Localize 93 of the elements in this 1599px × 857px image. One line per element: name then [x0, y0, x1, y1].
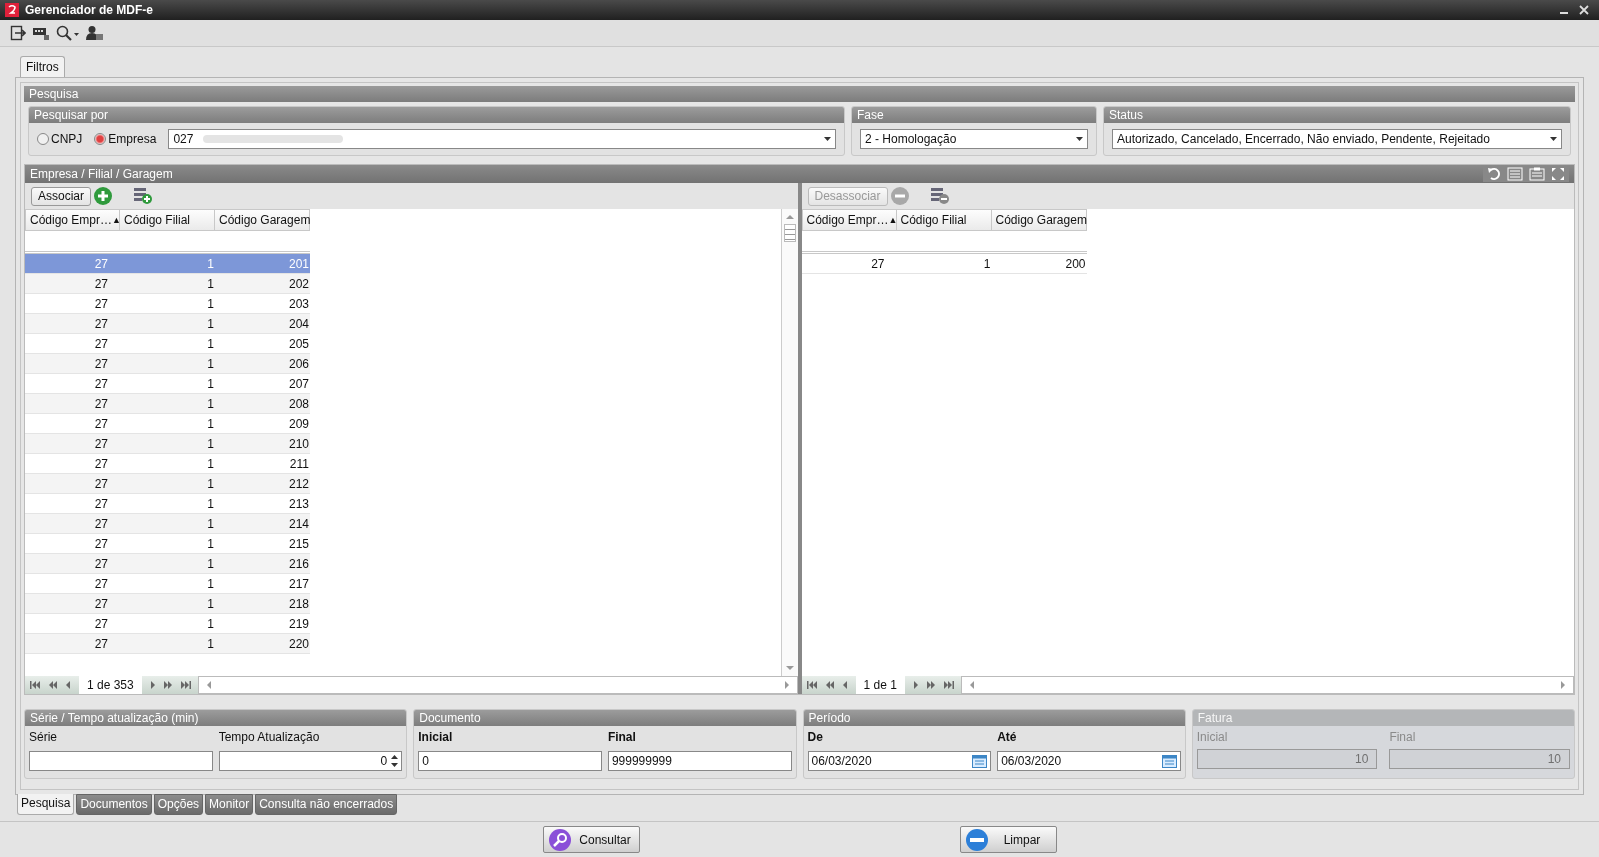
user-icon[interactable] — [86, 25, 104, 41]
table-row[interactable]: 27 1 206 — [25, 354, 310, 374]
radio-option[interactable]: Empresa — [94, 132, 157, 146]
group-header: Fatura — [1192, 710, 1574, 726]
page-indicator: 1 de 1 — [855, 676, 905, 694]
column-header[interactable]: Código Filial — [896, 209, 992, 231]
next-icon[interactable] — [148, 681, 155, 689]
exit-icon[interactable] — [10, 25, 26, 41]
list-remove-icon[interactable] — [929, 187, 950, 205]
group-header: Período — [803, 710, 1185, 726]
input-field[interactable]: 0 — [418, 751, 602, 771]
undo-icon[interactable] — [1487, 167, 1501, 181]
rewind-icon[interactable] — [49, 681, 59, 689]
caret-icon — [824, 137, 831, 141]
field-label: Final — [607, 730, 637, 744]
page-indicator: 1 de 353 — [79, 676, 142, 694]
associate-button[interactable]: Associar — [31, 186, 91, 206]
field-label: Série — [29, 730, 58, 744]
rewind-icon[interactable] — [825, 681, 836, 689]
input-field[interactable] — [29, 751, 213, 771]
fast-forward-icon[interactable] — [161, 681, 172, 689]
table-row[interactable]: 27 1 214 — [25, 514, 310, 534]
first-page-icon[interactable] — [30, 681, 42, 689]
field-label: Até — [997, 730, 1018, 744]
consult-button[interactable]: Consultar — [542, 826, 640, 853]
minus-icon[interactable] — [889, 186, 910, 206]
field-label: Final — [1389, 730, 1417, 744]
status-dropdown[interactable]: Autorizado, Cancelado, Encerrado, Não enviado, Pendente, Rejeitado — [1112, 129, 1562, 149]
table-row[interactable]: 27 1 210 — [25, 434, 310, 454]
group-header: Pesquisar por — [29, 107, 844, 123]
input-field[interactable]: 999999999 — [607, 751, 792, 771]
search-icon — [547, 827, 572, 852]
table-row[interactable]: 27 1 202 — [25, 274, 310, 294]
field-label: Tempo Atualização — [218, 730, 321, 744]
column-header[interactable]: Código Garagem — [991, 209, 1087, 231]
app-logo-icon — [5, 3, 19, 17]
horizontal-scrollbar[interactable] — [960, 676, 1574, 694]
close-icon[interactable] — [1579, 5, 1589, 15]
section-header: Pesquisa — [24, 86, 1575, 102]
fast-forward-icon[interactable] — [924, 681, 935, 689]
number-spinner[interactable]: 0 — [218, 751, 403, 771]
list-add-icon[interactable] — [133, 187, 153, 205]
date-field[interactable]: 06/03/2020 — [997, 751, 1181, 771]
search-icon[interactable] — [56, 25, 80, 41]
caret-icon — [1076, 137, 1083, 141]
field-label: Inicial — [418, 730, 454, 744]
card-lock-icon[interactable] — [32, 25, 50, 41]
clear-button[interactable]: Limpar — [959, 826, 1057, 853]
first-page-icon[interactable] — [806, 681, 819, 689]
caret-icon — [1550, 137, 1557, 141]
next-icon[interactable] — [911, 681, 918, 689]
table-row[interactable]: 27 1 200 — [801, 254, 1087, 274]
panel-title: Empresa / Filial / Garagem — [30, 166, 174, 182]
date-field[interactable]: 06/03/2020 — [807, 751, 992, 771]
table-row[interactable]: 27 1 218 — [25, 594, 310, 614]
bottom-tab[interactable]: Monitor — [205, 794, 254, 815]
window-title: Gerenciador de MDF-e — [25, 3, 154, 17]
bottom-tab[interactable]: Opções — [153, 794, 204, 815]
table-row[interactable]: 27 1 208 — [25, 394, 310, 414]
table-row[interactable]: 27 1 220 — [25, 634, 310, 654]
clipboard-icon[interactable] — [1529, 167, 1545, 181]
bottom-tab[interactable]: Documentos — [76, 794, 152, 815]
group-header: Fase — [852, 107, 1096, 123]
radio-option[interactable]: CNPJ — [37, 132, 83, 146]
field-label: Inicial — [1196, 730, 1229, 744]
column-header[interactable]: Código Empr…▲ — [25, 209, 120, 231]
calendar-icon[interactable] — [1161, 754, 1177, 768]
phase-dropdown[interactable]: 2 - Homologação — [860, 129, 1088, 149]
table-row[interactable]: 27 1 204 — [25, 314, 310, 334]
group-header: Status — [1104, 107, 1570, 123]
column-header[interactable]: Código Empr…▲ — [801, 209, 897, 231]
horizontal-scrollbar[interactable] — [197, 676, 798, 694]
fullscreen-icon[interactable] — [1551, 167, 1565, 181]
previous-icon[interactable] — [842, 681, 849, 689]
column-header[interactable]: Código Filial — [120, 209, 215, 231]
spin-arrows-icon[interactable] — [391, 754, 399, 768]
table-row[interactable]: 27 1 212 — [25, 474, 310, 494]
field-label: De — [807, 730, 824, 744]
filters-tab[interactable]: Filtros — [20, 56, 65, 77]
last-page-icon[interactable] — [941, 681, 954, 689]
minus-icon — [964, 827, 989, 852]
column-header[interactable]: Código Garagem — [215, 209, 310, 231]
group-header: Série / Tempo atualização (min) — [25, 710, 407, 726]
plus-icon[interactable] — [93, 186, 113, 206]
bottom-tab[interactable]: Consulta não encerrados — [255, 794, 398, 815]
bottom-tab[interactable]: Pesquisa — [17, 794, 75, 815]
vertical-scrollbar[interactable] — [780, 209, 798, 676]
previous-icon[interactable] — [66, 681, 72, 689]
company-dropdown[interactable]: 027 — [168, 129, 836, 149]
last-page-icon[interactable] — [178, 681, 191, 689]
group-header: Documento — [414, 710, 796, 726]
calendar-icon[interactable] — [972, 754, 988, 768]
table-row[interactable]: 27 1 216 — [25, 554, 310, 574]
